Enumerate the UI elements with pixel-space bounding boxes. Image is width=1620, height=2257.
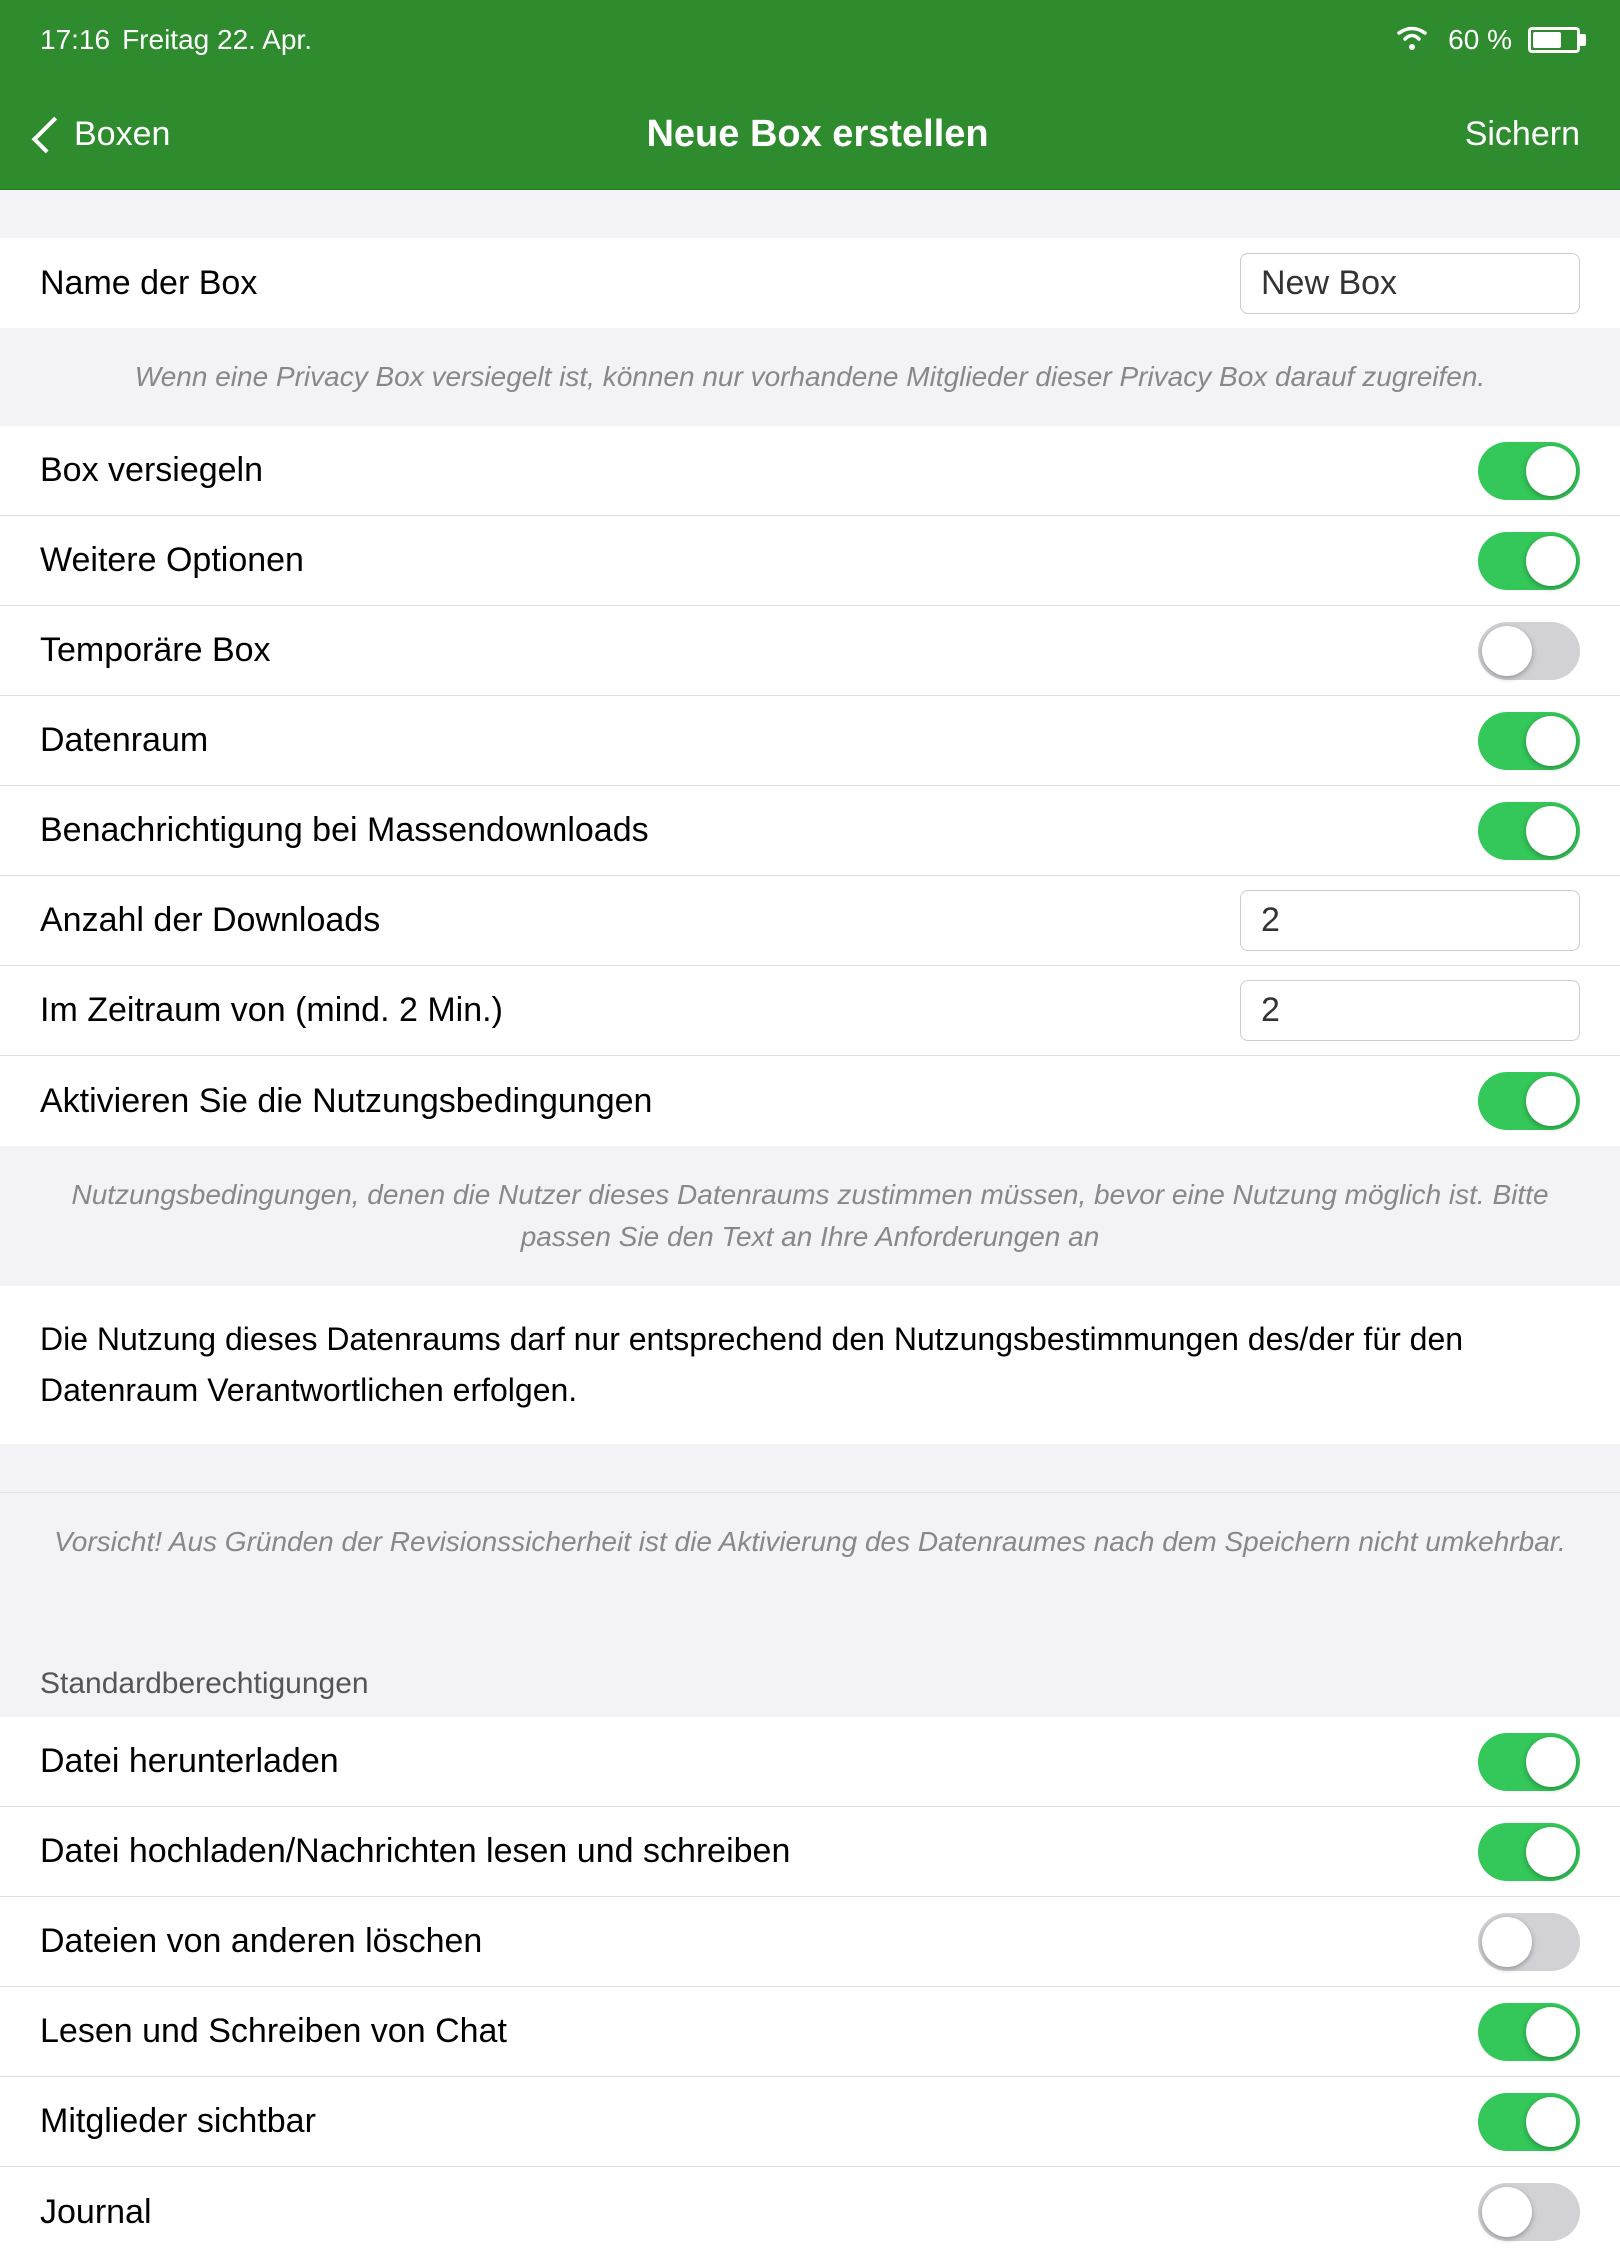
chevron-left-icon <box>32 116 69 153</box>
std-label-1: Datei hochladen/Nachrichten lesen und sc… <box>40 1832 1478 1871</box>
box-versiegeln-row: Box versiegeln <box>0 426 1620 516</box>
std-toggle-1[interactable] <box>1478 1823 1580 1881</box>
standardberechtigungen-header: Standardberechtigungen <box>0 1639 1620 1717</box>
weitere-optionen-row: Weitere Optionen <box>0 516 1620 606</box>
standardberechtigungen-title: Standardberechtigungen <box>40 1667 369 1700</box>
date: Freitag 22. Apr. <box>122 24 312 56</box>
back-button[interactable]: Boxen <box>40 115 170 154</box>
std-label-3: Lesen und Schreiben von Chat <box>40 2012 1478 2051</box>
std-toggle-3[interactable] <box>1478 2003 1580 2061</box>
toggles-section: Box versiegeln Weitere Optionen Temporär… <box>0 426 1620 1146</box>
std-label-4: Mitglieder sichtbar <box>40 2102 1478 2141</box>
std-row-4: Mitglieder sichtbar <box>0 2077 1620 2167</box>
nutzungsbedingungen-toggle-row: Aktivieren Sie die Nutzungsbedingungen <box>0 1056 1620 1146</box>
benachrichtigung-toggle[interactable] <box>1478 802 1580 860</box>
privacy-hint: Wenn eine Privacy Box versiegelt ist, kö… <box>0 328 1620 426</box>
zeitraum-input[interactable] <box>1240 980 1580 1041</box>
standardberechtigungen-section: Datei herunterladen Datei hochladen/Nachr… <box>0 1717 1620 2257</box>
datenraum-label: Datenraum <box>40 721 1478 760</box>
std-label-0: Datei herunterladen <box>40 1742 1478 1781</box>
nutzungsbedingungen-hint: Nutzungsbedingungen, denen die Nutzer di… <box>0 1146 1620 1286</box>
wifi-icon <box>1392 22 1432 59</box>
nav-bar: Boxen Neue Box erstellen Sichern <box>0 80 1620 190</box>
name-section: Name der Box <box>0 238 1620 328</box>
datenraum-toggle[interactable] <box>1478 712 1580 770</box>
temporaere-box-toggle[interactable] <box>1478 622 1580 680</box>
nav-title: Neue Box erstellen <box>646 113 988 156</box>
gap-before-berechtigungen <box>0 1591 1620 1639</box>
main-content: Name der Box Wenn eine Privacy Box versi… <box>0 190 1620 2257</box>
std-label-5: Journal <box>40 2193 1478 2232</box>
time: 17:16 <box>40 24 110 56</box>
std-label-2: Dateien von anderen löschen <box>40 1922 1478 1961</box>
nutzungsbedingungen-text[interactable]: Die Nutzung dieses Datenraums darf nur e… <box>0 1286 1620 1444</box>
std-row-3: Lesen und Schreiben von Chat <box>0 1987 1620 2077</box>
zeitraum-row: Im Zeitraum von (mind. 2 Min.) <box>0 966 1620 1056</box>
std-toggle-5[interactable] <box>1478 2183 1580 2241</box>
benachrichtigung-row: Benachrichtigung bei Massendownloads <box>0 786 1620 876</box>
temporaere-box-row: Temporäre Box <box>0 606 1620 696</box>
warning-text: Vorsicht! Aus Gründen der Revisionssiche… <box>54 1526 1566 1557</box>
box-versiegeln-label: Box versiegeln <box>40 451 1478 490</box>
weitere-optionen-label: Weitere Optionen <box>40 541 1478 580</box>
std-row-2: Dateien von anderen löschen <box>0 1897 1620 1987</box>
benachrichtigung-label: Benachrichtigung bei Massendownloads <box>40 811 1478 850</box>
gap-mid <box>0 1444 1620 1492</box>
battery-percentage: 60 % <box>1448 24 1512 56</box>
box-versiegeln-toggle[interactable] <box>1478 442 1580 500</box>
std-row-5: Journal <box>0 2167 1620 2257</box>
battery-icon <box>1528 27 1580 53</box>
nutzungsbedingungen-toggle-label: Aktivieren Sie die Nutzungsbedingungen <box>40 1082 1478 1121</box>
std-row-0: Datei herunterladen <box>0 1717 1620 1807</box>
anzahl-input[interactable] <box>1240 890 1580 951</box>
zeitraum-label: Im Zeitraum von (mind. 2 Min.) <box>40 991 1240 1030</box>
status-bar-right: 60 % <box>1392 22 1580 59</box>
anzahl-label: Anzahl der Downloads <box>40 901 1240 940</box>
status-bar-left: 17:16 Freitag 22. Apr. <box>40 24 312 56</box>
std-toggle-0[interactable] <box>1478 1733 1580 1791</box>
save-button[interactable]: Sichern <box>1465 115 1580 154</box>
weitere-optionen-toggle[interactable] <box>1478 532 1580 590</box>
std-toggle-2[interactable] <box>1478 1913 1580 1971</box>
std-toggle-4[interactable] <box>1478 2093 1580 2151</box>
name-row: Name der Box <box>0 238 1620 328</box>
back-label: Boxen <box>74 115 170 154</box>
gap-top <box>0 190 1620 238</box>
datenraum-row: Datenraum <box>0 696 1620 786</box>
anzahl-row: Anzahl der Downloads <box>0 876 1620 966</box>
name-label: Name der Box <box>40 264 1240 303</box>
warning-block: Vorsicht! Aus Gründen der Revisionssiche… <box>0 1492 1620 1591</box>
name-input[interactable] <box>1240 253 1580 314</box>
nutzungsbedingungen-toggle[interactable] <box>1478 1072 1580 1130</box>
temporaere-box-label: Temporäre Box <box>40 631 1478 670</box>
std-row-1: Datei hochladen/Nachrichten lesen und sc… <box>0 1807 1620 1897</box>
status-bar: 17:16 Freitag 22. Apr. 60 % <box>0 0 1620 80</box>
